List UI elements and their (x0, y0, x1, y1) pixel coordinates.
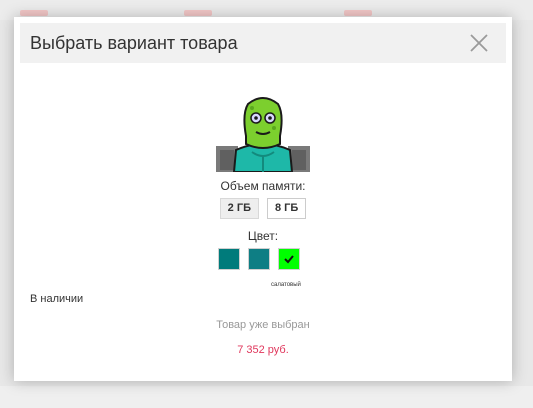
backdrop-accent (184, 10, 212, 16)
color-label: Цвет: (247, 229, 279, 243)
stock-status: В наличии (30, 293, 84, 305)
close-icon (470, 34, 488, 52)
backdrop-accent (344, 10, 372, 16)
already-selected-text: Товар уже выбран (216, 319, 310, 331)
product-avatar-icon (216, 97, 310, 172)
backdrop-accent (20, 10, 48, 16)
price: 7 352 руб. (237, 344, 289, 356)
color-swatch-dark-teal[interactable] (248, 248, 270, 270)
color-swatch-light-green[interactable] (278, 248, 300, 270)
product-image (216, 97, 310, 172)
close-button[interactable] (468, 32, 490, 54)
checkmark-icon (284, 255, 294, 264)
memory-option-8gb[interactable]: 8 ГБ (267, 198, 307, 219)
memory-option-2gb[interactable]: 2 ГБ (219, 198, 259, 219)
variant-modal: Выбрать вариант товара Объем памяти: 2 Г… (14, 17, 512, 381)
memory-options: 2 ГБ 8 ГБ (14, 198, 512, 219)
modal-header: Выбрать вариант товара (20, 23, 506, 63)
color-swatch-teal[interactable] (218, 248, 240, 270)
selected-color-caption: салатовый (271, 282, 301, 288)
backdrop-bottom (0, 386, 533, 408)
memory-label: Объем памяти: (220, 179, 306, 193)
modal-title: Выбрать вариант товара (30, 33, 238, 53)
